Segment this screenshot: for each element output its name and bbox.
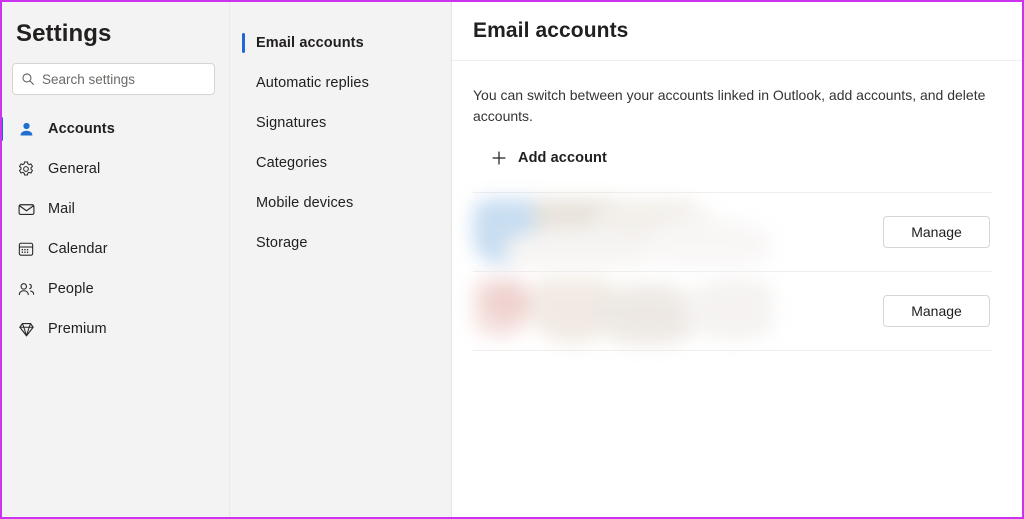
sidebar-item-people[interactable]: People bbox=[2, 269, 229, 309]
subnav-item-label: Categories bbox=[256, 155, 327, 171]
search-icon bbox=[21, 72, 35, 86]
account-row[interactable]: Manage bbox=[473, 271, 992, 351]
sidebar-item-label: Accounts bbox=[48, 121, 115, 137]
subnav-item-mobile-devices[interactable]: Mobile devices bbox=[230, 183, 451, 223]
sidebar-nav: Accounts General Mail bbox=[2, 109, 229, 349]
settings-subnav: Email accounts Automatic replies Signatu… bbox=[230, 2, 452, 517]
main-header: Email accounts bbox=[452, 2, 1022, 61]
sidebar-item-label: People bbox=[48, 281, 94, 297]
subnav-item-label: Automatic replies bbox=[256, 75, 369, 91]
main-content: Email accounts You can switch between yo… bbox=[452, 2, 1022, 517]
add-account-label: Add account bbox=[518, 150, 607, 166]
sidebar-item-mail[interactable]: Mail bbox=[2, 189, 229, 229]
envelope-icon bbox=[16, 199, 36, 219]
subnav-item-automatic-replies[interactable]: Automatic replies bbox=[230, 63, 451, 103]
sidebar-item-calendar[interactable]: Calendar bbox=[2, 229, 229, 269]
account-identity-redacted bbox=[473, 278, 773, 344]
subnav-item-email-accounts[interactable]: Email accounts bbox=[230, 23, 451, 63]
subnav-item-categories[interactable]: Categories bbox=[230, 143, 451, 183]
settings-window: Settings Accounts bbox=[0, 0, 1024, 519]
calendar-icon bbox=[16, 239, 36, 259]
plus-icon bbox=[490, 149, 508, 167]
sidebar-item-label: Calendar bbox=[48, 241, 108, 257]
subnav-item-label: Signatures bbox=[256, 115, 326, 131]
person-icon bbox=[16, 119, 36, 139]
sidebar-item-label: Mail bbox=[48, 201, 75, 217]
main-body: You can switch between your accounts lin… bbox=[452, 85, 1022, 351]
sidebar-item-label: General bbox=[48, 161, 100, 177]
sidebar-item-accounts[interactable]: Accounts bbox=[2, 109, 229, 149]
subnav-item-label: Mobile devices bbox=[256, 195, 353, 211]
sidebar-item-general[interactable]: General bbox=[2, 149, 229, 189]
gear-icon bbox=[16, 159, 36, 179]
sidebar-item-premium[interactable]: Premium bbox=[2, 309, 229, 349]
description-text: You can switch between your accounts lin… bbox=[473, 85, 992, 127]
account-row[interactable]: Manage bbox=[473, 192, 992, 271]
subnav-item-storage[interactable]: Storage bbox=[230, 223, 451, 263]
add-account-button[interactable]: Add account bbox=[490, 149, 607, 167]
page-title: Settings bbox=[2, 2, 229, 48]
manage-button[interactable]: Manage bbox=[883, 216, 990, 248]
subnav-item-label: Email accounts bbox=[256, 35, 364, 51]
settings-sidebar: Settings Accounts bbox=[2, 2, 230, 517]
manage-button[interactable]: Manage bbox=[883, 295, 990, 327]
subnav-item-label: Storage bbox=[256, 235, 308, 251]
search-input[interactable] bbox=[42, 72, 206, 87]
accounts-list: Manage Manage bbox=[473, 192, 992, 351]
search-settings-box[interactable] bbox=[12, 63, 215, 95]
people-icon bbox=[16, 279, 36, 299]
subnav-item-signatures[interactable]: Signatures bbox=[230, 103, 451, 143]
account-identity-redacted bbox=[473, 199, 773, 265]
sidebar-item-label: Premium bbox=[48, 321, 107, 337]
main-title: Email accounts bbox=[473, 19, 628, 43]
diamond-icon bbox=[16, 319, 36, 339]
